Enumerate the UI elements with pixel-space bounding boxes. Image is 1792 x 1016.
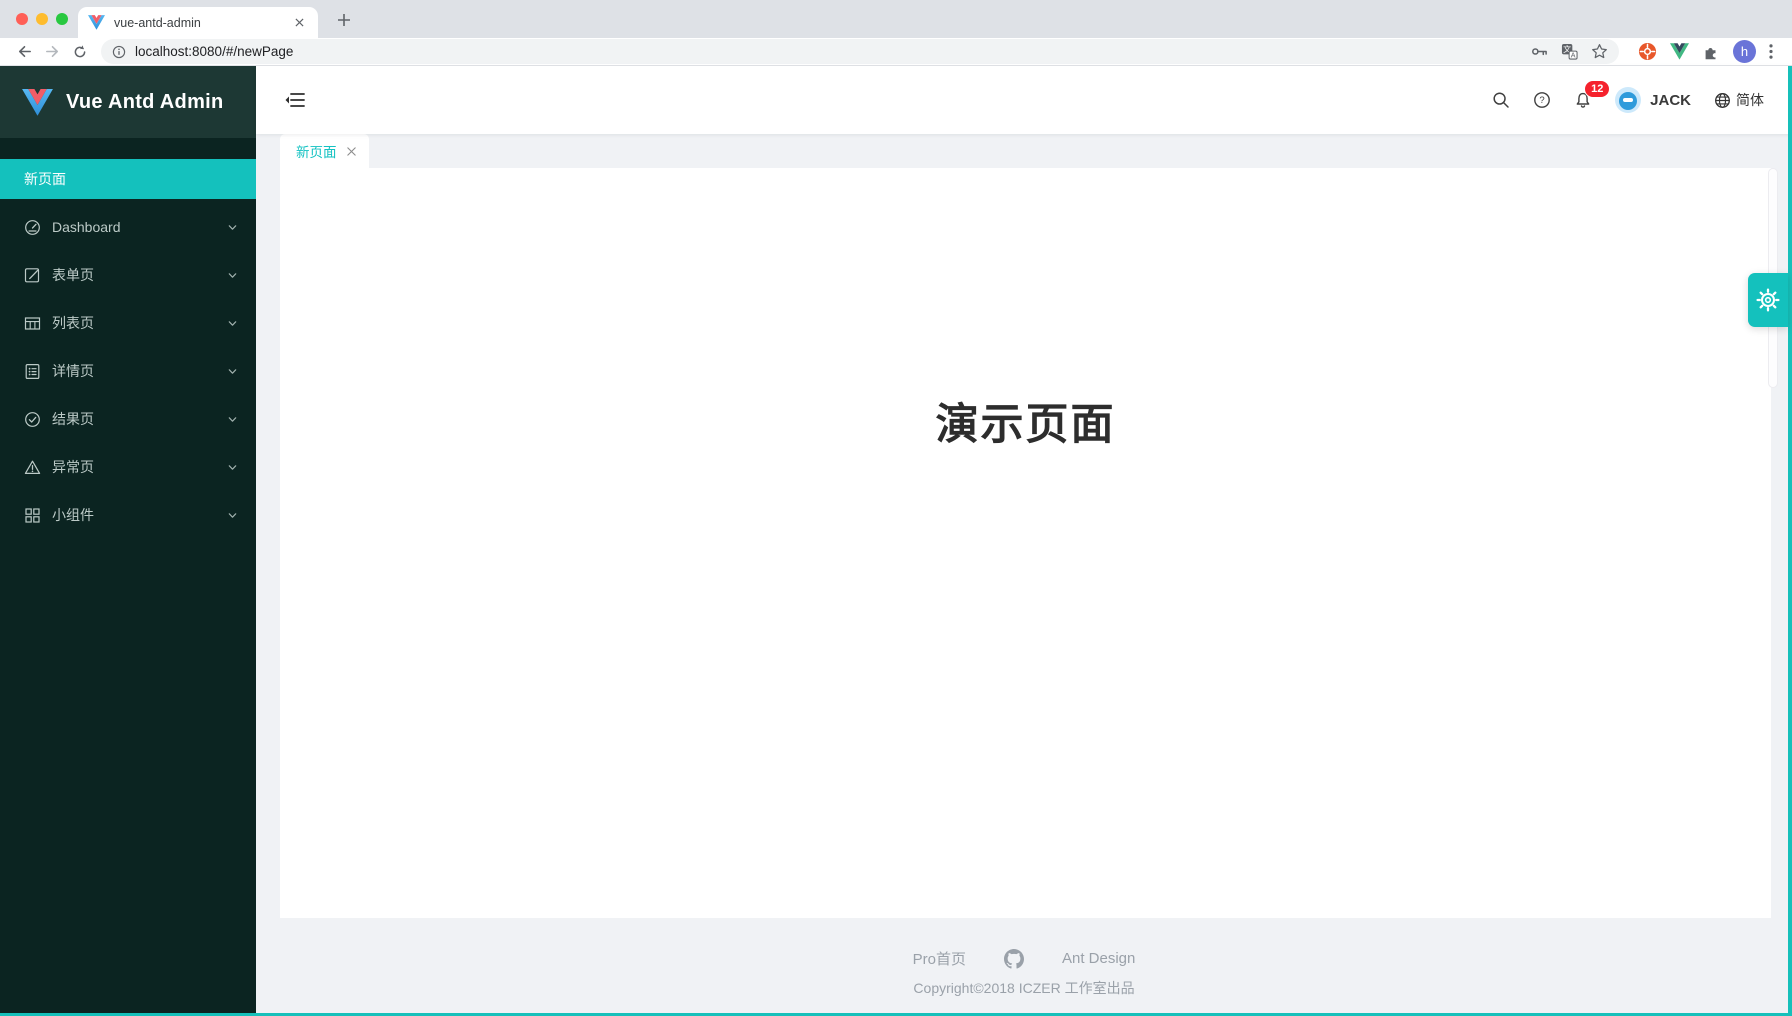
app-root: Vue Antd Admin 新页面 Dashboard	[0, 66, 1792, 1016]
language-label: 简体	[1736, 90, 1764, 110]
dashboard-icon	[24, 219, 41, 236]
reload-button[interactable]	[66, 39, 94, 65]
main-area: ? 12 JACK 简体	[256, 66, 1792, 1016]
svg-text:?: ?	[1540, 95, 1545, 106]
app-title: Vue Antd Admin	[66, 91, 224, 114]
vue-favicon-icon	[88, 15, 105, 30]
check-circle-icon	[24, 411, 41, 428]
notification-badge: 12	[1584, 80, 1610, 98]
globe-icon	[1714, 92, 1731, 109]
table-icon	[24, 315, 41, 332]
footer-copyright: Copyright©2018 ICZER 工作室出品	[913, 978, 1134, 998]
translate-icon[interactable]: 文 A	[1561, 43, 1578, 60]
gear-icon	[1756, 288, 1780, 312]
extension-orange-icon[interactable]	[1638, 42, 1657, 61]
page-tabbar: 新页面	[280, 134, 1771, 168]
extensions-puzzle-icon[interactable]	[1702, 43, 1720, 61]
vue-logo-icon	[22, 89, 53, 116]
sidebar-item-label: 详情页	[52, 361, 227, 381]
page-title: 演示页面	[936, 390, 1116, 918]
password-key-icon[interactable]	[1531, 43, 1548, 60]
sidebar-menu: 新页面 Dashboard 表单页	[0, 138, 256, 543]
notification-bell[interactable]: 12	[1574, 91, 1592, 109]
chevron-down-icon	[227, 270, 238, 281]
site-info-icon[interactable]	[112, 45, 126, 59]
sidebar-item-label: 小组件	[52, 505, 227, 525]
tab-label: 新页面	[296, 141, 337, 161]
minimize-window-button[interactable]	[36, 13, 48, 25]
search-icon[interactable]	[1492, 91, 1510, 109]
chevron-down-icon	[227, 318, 238, 329]
tab-new-page[interactable]: 新页面	[280, 134, 369, 168]
app-logo[interactable]: Vue Antd Admin	[0, 66, 256, 138]
browser-profile-avatar[interactable]: h	[1733, 40, 1756, 63]
sidebar-item-dashboard[interactable]: Dashboard	[0, 207, 256, 247]
close-icon[interactable]	[346, 146, 357, 157]
help-icon[interactable]: ?	[1533, 91, 1551, 109]
browser-window: vue-antd-admin localhost:8080/#/newPage	[0, 0, 1792, 1016]
app-footer: Pro首页 Ant Design Copyright©2018 ICZER 工作…	[256, 918, 1792, 1016]
chevron-down-icon	[227, 222, 238, 233]
forward-button[interactable]	[38, 39, 66, 65]
right-edge-accent	[1788, 66, 1792, 1016]
url-text[interactable]: localhost:8080/#/newPage	[135, 44, 1518, 59]
username: JACK	[1650, 92, 1691, 109]
back-button[interactable]	[10, 39, 38, 65]
content-panel: 演示页面	[280, 168, 1771, 918]
sidebar: Vue Antd Admin 新页面 Dashboard	[0, 66, 256, 1016]
sidebar-item-exception[interactable]: 异常页	[0, 447, 256, 487]
chevron-down-icon	[227, 510, 238, 521]
settings-drawer-button[interactable]	[1748, 273, 1788, 327]
sidebar-item-label: 表单页	[52, 265, 227, 285]
footer-links: Pro首页 Ant Design	[913, 948, 1136, 969]
sidebar-item-result[interactable]: 结果页	[0, 399, 256, 439]
profile-icon	[24, 363, 41, 380]
sidebar-item-detail[interactable]: 详情页	[0, 351, 256, 391]
sidebar-item-label: Dashboard	[52, 219, 227, 235]
browser-tab-title: vue-antd-admin	[114, 16, 291, 30]
form-icon	[24, 267, 41, 284]
browser-tab[interactable]: vue-antd-admin	[78, 7, 318, 38]
browser-menu-dots-icon[interactable]	[1769, 44, 1773, 59]
bookmark-star-icon[interactable]	[1591, 43, 1608, 60]
vue-devtools-icon[interactable]	[1670, 43, 1689, 60]
user-menu[interactable]: JACK	[1615, 87, 1691, 113]
zoom-window-button[interactable]	[56, 13, 68, 25]
language-selector[interactable]: 简体	[1714, 90, 1764, 110]
chevron-down-icon	[227, 414, 238, 425]
svg-text:A: A	[1571, 51, 1576, 59]
extensions-area: h	[1638, 40, 1773, 63]
menu-fold-icon[interactable]	[284, 90, 306, 110]
warning-icon	[24, 459, 41, 476]
chevron-down-icon	[227, 366, 238, 377]
footer-link-ant-design[interactable]: Ant Design	[1062, 950, 1135, 967]
new-tab-button[interactable]	[332, 8, 356, 32]
sidebar-item-widgets[interactable]: 小组件	[0, 495, 256, 535]
address-bar[interactable]: localhost:8080/#/newPage 文 A	[101, 39, 1619, 64]
sidebar-item-form[interactable]: 表单页	[0, 255, 256, 295]
sidebar-item-list[interactable]: 列表页	[0, 303, 256, 343]
github-icon[interactable]	[1004, 949, 1024, 969]
sidebar-item-label: 结果页	[52, 409, 227, 429]
sidebar-item-new-page[interactable]: 新页面	[0, 159, 256, 199]
user-avatar	[1615, 87, 1641, 113]
chevron-down-icon	[227, 462, 238, 473]
traffic-lights	[16, 13, 68, 25]
tab-close-icon[interactable]	[291, 14, 308, 31]
browser-tabstrip: vue-antd-admin	[0, 0, 1792, 38]
sidebar-item-label: 新页面	[24, 169, 238, 189]
browser-toolbar: localhost:8080/#/newPage 文 A	[0, 38, 1792, 66]
page-area: 新页面 演示页面	[256, 134, 1792, 918]
close-window-button[interactable]	[16, 13, 28, 25]
sidebar-item-label: 异常页	[52, 457, 227, 477]
appstore-icon	[24, 507, 41, 524]
footer-link-pro-home[interactable]: Pro首页	[913, 948, 966, 969]
app-header: ? 12 JACK 简体	[256, 66, 1792, 134]
header-actions: ? 12 JACK 简体	[1492, 87, 1764, 113]
sidebar-item-label: 列表页	[52, 313, 227, 333]
